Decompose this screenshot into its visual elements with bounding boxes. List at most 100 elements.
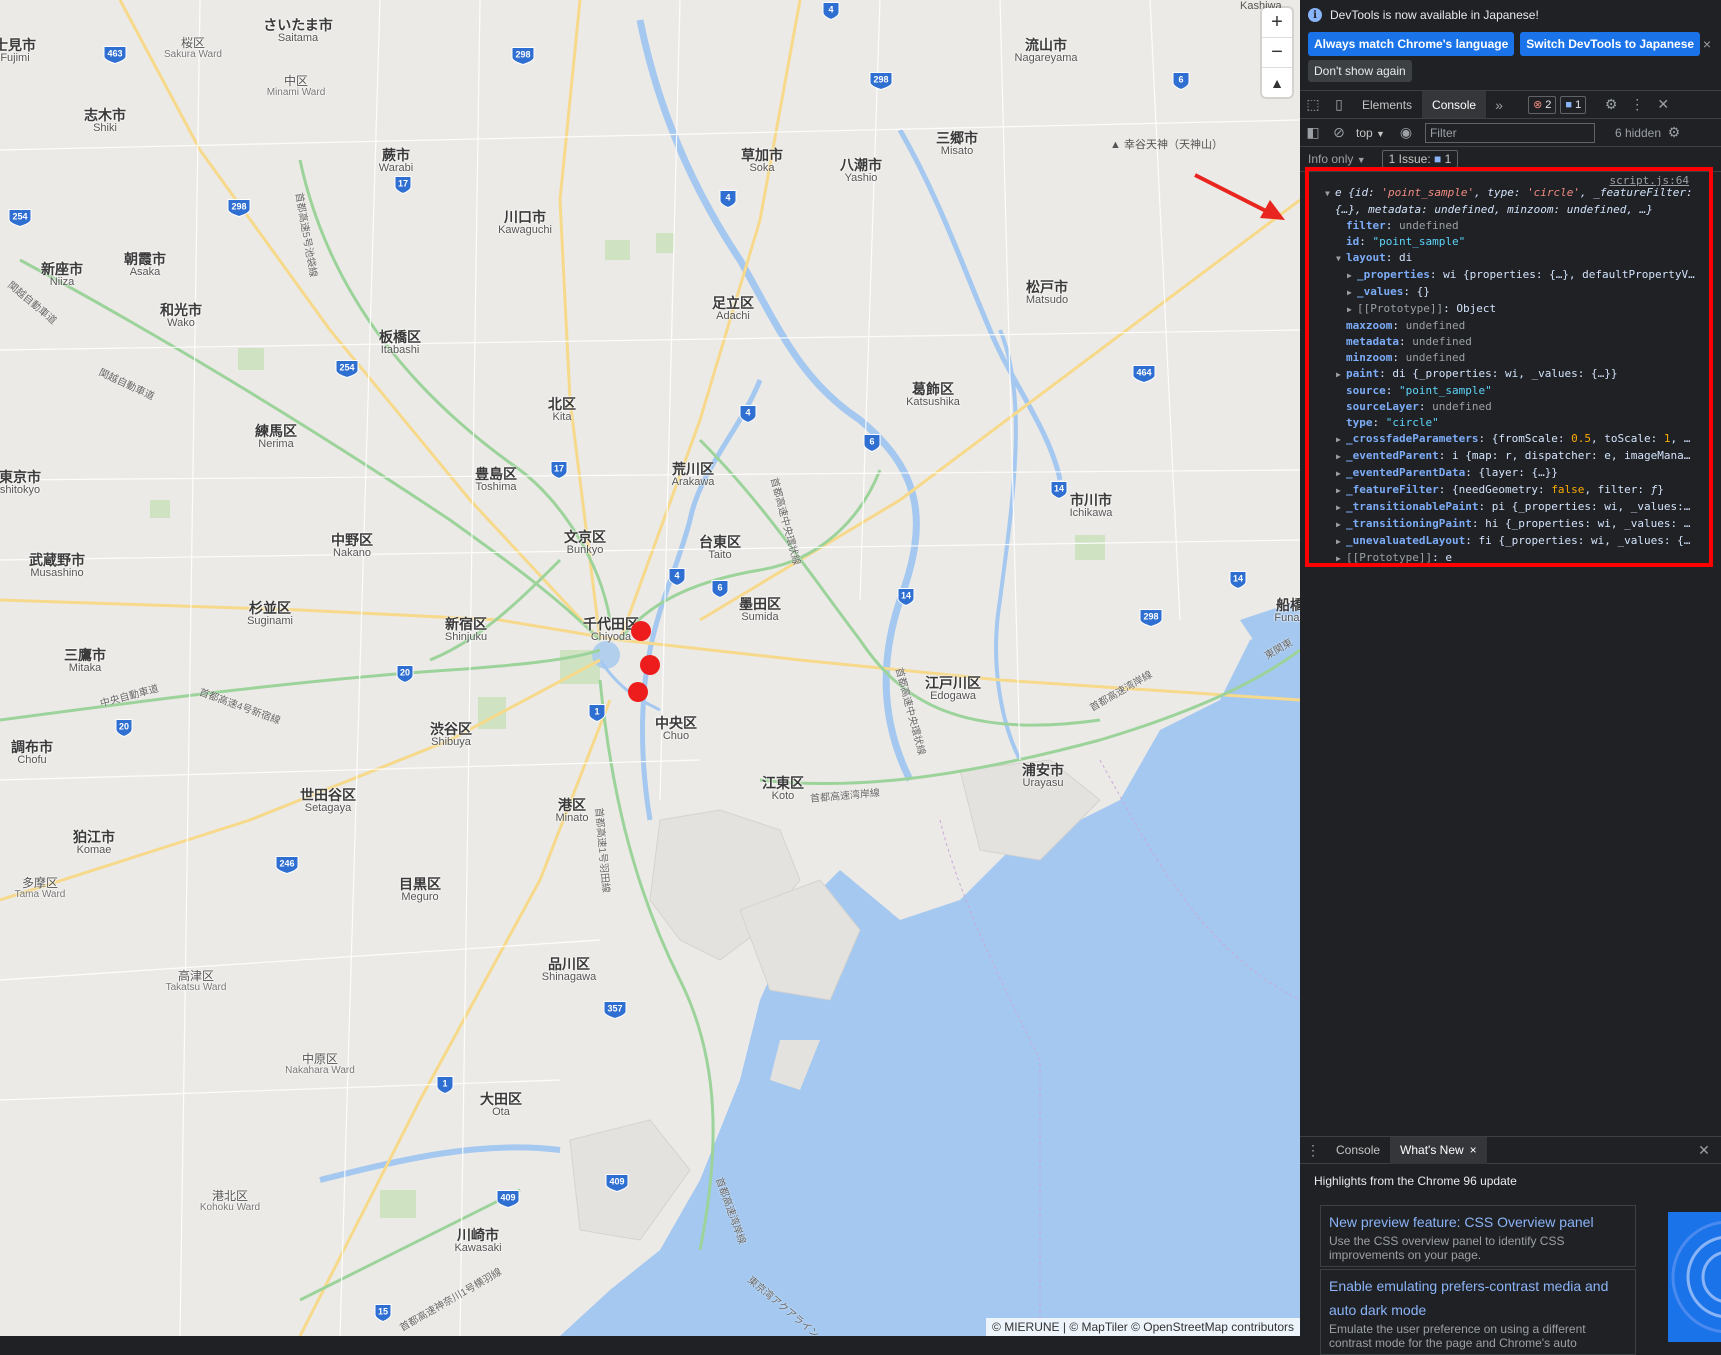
console-output-highlighted[interactable]: script.js:64 ▼ e {id: 'point_sample', typ… (1305, 167, 1713, 567)
console-line[interactable]: ▶ _values: {} (1309, 284, 1709, 301)
place-label: 新座市 Niiza (41, 262, 83, 288)
live-expression-eye-icon[interactable]: ◉ (1393, 119, 1419, 146)
console-filter-input[interactable]: Filter (1424, 122, 1595, 143)
more-tabs-icon[interactable]: » (1486, 91, 1512, 118)
map-point-marker[interactable] (628, 682, 648, 702)
clear-console-icon[interactable]: ⊘ (1326, 119, 1352, 146)
console-line[interactable]: ▶ _transitionablePaint: pi {_properties: … (1309, 499, 1709, 516)
place-name-ja: 江戸川区 (925, 675, 981, 691)
collapsed-triangle-icon[interactable]: ▶ (1347, 302, 1357, 318)
place-name-ja: 東京市 (0, 469, 41, 485)
expanded-triangle-icon[interactable]: ▼ (1325, 186, 1335, 202)
place-name-en: Yashio (844, 171, 878, 184)
whats-new-card[interactable]: New preview feature: CSS Overview panel … (1320, 1205, 1636, 1267)
message-count: 1 (1575, 98, 1582, 111)
settings-gear-icon[interactable]: ⚙ (1598, 91, 1624, 118)
console-line[interactable]: ▶ _eventedParent: i {map: r, dispatcher: … (1309, 448, 1709, 465)
device-toolbar-icon[interactable]: ▯ (1326, 91, 1352, 118)
card-title[interactable]: Enable emulating prefers-contrast media … (1329, 1274, 1627, 1322)
tab-elements[interactable]: Elements (1352, 91, 1422, 118)
map-attribution[interactable]: © MIERUNE | © MapTiler © OpenStreetMap c… (986, 1318, 1300, 1336)
zoom-in-button[interactable]: + (1262, 8, 1292, 38)
bottom-drawer: ⋮ Console What's New × ✕ Highlights from … (1300, 1136, 1721, 1355)
collapsed-triangle-icon[interactable]: ▶ (1347, 285, 1357, 301)
console-line[interactable]: ▶ [[Prototype]]: Object (1309, 301, 1709, 318)
route-shield-icon: 14 (1229, 571, 1247, 590)
expanded-triangle-icon[interactable]: ▼ (1336, 251, 1346, 267)
drawer-tab-whats-new[interactable]: What's New × (1390, 1136, 1487, 1164)
collapsed-triangle-icon[interactable]: ▶ (1336, 432, 1346, 448)
match-language-button[interactable]: Always match Chrome's language (1308, 32, 1515, 56)
console-line[interactable]: ▼ layout: di (1309, 250, 1709, 267)
message-count-badge[interactable]: ■ 1 (1560, 95, 1587, 114)
place-label: 和光市 Wako (160, 303, 202, 329)
route-shield-icon: 298 (869, 72, 893, 91)
place-name-en: Fujimi (0, 51, 30, 64)
dont-show-again-button[interactable]: Don't show again (1308, 60, 1412, 82)
place-name-en: Chofu (17, 753, 47, 766)
drawer-tab-console[interactable]: Console (1326, 1137, 1390, 1164)
card-title[interactable]: New preview feature: CSS Overview panel (1329, 1210, 1627, 1234)
place-label: 草加市 Soka (741, 148, 783, 174)
sidebar-toggle-icon[interactable]: ◧ (1300, 119, 1326, 146)
place-name-en: Kawasaki (454, 1241, 502, 1254)
map-canvas[interactable]: さいたま市 Saitama 桜区 Sakura Ward 士見市 Fujimi 流山市 Nag… (0, 0, 1300, 1336)
error-count-badge[interactable]: ⊗ 2 (1528, 95, 1557, 114)
route-shield-icon: 17 (394, 176, 412, 195)
place-name-en: Saitama (277, 31, 319, 44)
log-levels-dropdown[interactable]: Info only ▼ (1308, 152, 1366, 166)
collapsed-triangle-icon[interactable]: ▶ (1336, 367, 1346, 383)
close-devtools-icon[interactable]: ✕ (1650, 91, 1676, 118)
console-settings-icon[interactable]: ⚙ (1661, 119, 1687, 146)
console-line[interactable]: ▶ [[Prototype]]: e (1309, 550, 1709, 563)
compass-button[interactable]: ▲ (1262, 68, 1292, 97)
console-line[interactable]: ▶ _featureFilter: {needGeometry: false, f… (1309, 482, 1709, 499)
collapsed-triangle-icon[interactable]: ▶ (1347, 268, 1357, 284)
console-line[interactable]: ▶ _eventedParentData: {layer: {…}} (1309, 465, 1709, 482)
context-selector[interactable]: top ▼ (1356, 126, 1385, 140)
close-banner-icon[interactable]: × (1703, 36, 1711, 52)
inspect-element-icon[interactable]: ⬚ (1300, 91, 1326, 118)
collapsed-triangle-icon[interactable]: ▶ (1336, 466, 1346, 482)
route-shield-icon: 6 (863, 434, 881, 453)
place-label: 豊島区 Toshima (475, 467, 517, 493)
zoom-out-button[interactable]: − (1262, 38, 1292, 68)
console-line[interactable]: ▶ _properties: wi {properties: {…}, defau… (1309, 267, 1709, 284)
hidden-count: 6 hidden (1614, 125, 1661, 140)
drawer-menu-icon[interactable]: ⋮ (1300, 1137, 1326, 1164)
console-line[interactable]: ▼ e {id: 'point_sample', type: 'circle', … (1309, 185, 1709, 202)
collapsed-triangle-icon[interactable]: ▶ (1336, 483, 1346, 499)
close-drawer-icon[interactable]: ✕ (1691, 1137, 1717, 1164)
switch-language-button[interactable]: Switch DevTools to Japanese (1520, 32, 1701, 56)
info-icon: i (1308, 8, 1322, 22)
log-levels-value: Info only (1308, 152, 1354, 166)
console-line[interactable]: ▶ _crossfadeParameters: {fromScale: 0.5, … (1309, 431, 1709, 448)
kebab-menu-icon[interactable]: ⋮ (1624, 91, 1650, 118)
console-toolbar: ◧ ⊘ top ▼ ◉ Filter 6 hidden ⚙ (1300, 119, 1721, 147)
whats-new-card[interactable]: Enable emulating prefers-contrast media … (1320, 1269, 1636, 1355)
place-label: さいたま市 Saitama (263, 18, 333, 44)
close-tab-icon[interactable]: × (1470, 1143, 1477, 1157)
place-name-en: Meguro (401, 890, 439, 903)
place-label: 高津区 Takatsu Ward (166, 970, 227, 993)
collapsed-triangle-icon[interactable]: ▶ (1336, 517, 1346, 533)
route-shield-icon: 20 (396, 665, 414, 684)
issues-button[interactable]: 1 Issue: ■ 1 (1381, 150, 1459, 168)
console-line[interactable]: ▶ paint: di {_properties: wi, _values: {…… (1309, 366, 1709, 383)
route-shield-icon: 1 (436, 1076, 454, 1095)
collapsed-triangle-icon[interactable]: ▶ (1336, 551, 1346, 563)
language-banner: i DevTools is now available in Japanese! (1300, 0, 1721, 30)
map-point-marker[interactable] (640, 655, 660, 675)
route-shield-icon: 15 (374, 1304, 392, 1323)
console-object-tree[interactable]: ▼ e {id: 'point_sample', type: 'circle', … (1309, 171, 1709, 563)
collapsed-triangle-icon[interactable]: ▶ (1336, 534, 1346, 550)
console-line[interactable]: ▶ _unevaluatedLayout: fi {_properties: wi… (1309, 533, 1709, 550)
console-line[interactable]: ▶ _transitioningPaint: hi {_properties: w… (1309, 516, 1709, 533)
place-name-en: Kohoku Ward (199, 1201, 261, 1213)
console-line: metadata: undefined (1346, 335, 1472, 348)
map-point-marker[interactable] (631, 621, 651, 641)
tab-console[interactable]: Console (1422, 91, 1487, 118)
collapsed-triangle-icon[interactable]: ▶ (1336, 500, 1346, 516)
collapsed-triangle-icon[interactable]: ▶ (1336, 449, 1346, 465)
place-name-en: Nakahara Ward (285, 1064, 355, 1076)
